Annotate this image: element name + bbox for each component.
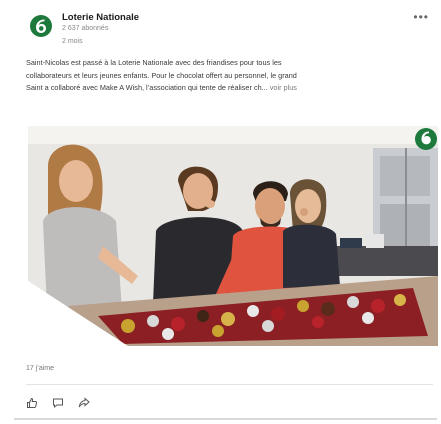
follower-count: 2 637 abonnés xyxy=(62,25,109,32)
post-bottom-border xyxy=(14,418,437,420)
post-header: Loterie Nationale 2 637 abonnés 2 mois •… xyxy=(26,8,433,52)
divider xyxy=(26,384,433,385)
thumbs-up-icon[interactable] xyxy=(26,397,38,409)
ceiling xyxy=(28,126,438,144)
post-text-line: Saint-Nicolas est passé à la Loterie Nat… xyxy=(26,58,282,67)
shelf xyxy=(328,246,438,276)
comment-icon[interactable] xyxy=(52,397,64,409)
photo-scene xyxy=(28,126,438,346)
photo-logo xyxy=(415,128,437,150)
likes-count[interactable]: 17 j’aime xyxy=(26,365,54,372)
post-text-line: Saint a collaboré avec Make A Wish, l’as… xyxy=(26,82,436,95)
post-text-line-content: Saint a collaboré avec Make A Wish, l’as… xyxy=(26,83,268,92)
shelf-item xyxy=(340,238,362,248)
more-options-button[interactable]: ••• xyxy=(413,10,429,24)
action-bar xyxy=(26,395,90,411)
post-text: Saint-Nicolas est passé à la Loterie Nat… xyxy=(26,57,436,95)
share-icon[interactable] xyxy=(78,397,90,409)
post-text-line: collaborateurs et leurs jeunes enfants. … xyxy=(26,70,297,80)
post-photo[interactable] xyxy=(28,126,438,346)
brand-logo[interactable] xyxy=(29,14,53,38)
see-more-link[interactable]: voir plus xyxy=(270,83,297,92)
post-time: 2 mois xyxy=(62,38,83,45)
author-name[interactable]: Loterie Nationale xyxy=(62,12,139,23)
linkedin-post: Loterie Nationale 2 637 abonnés 2 mois •… xyxy=(0,0,441,424)
shelf-item xyxy=(366,234,384,248)
